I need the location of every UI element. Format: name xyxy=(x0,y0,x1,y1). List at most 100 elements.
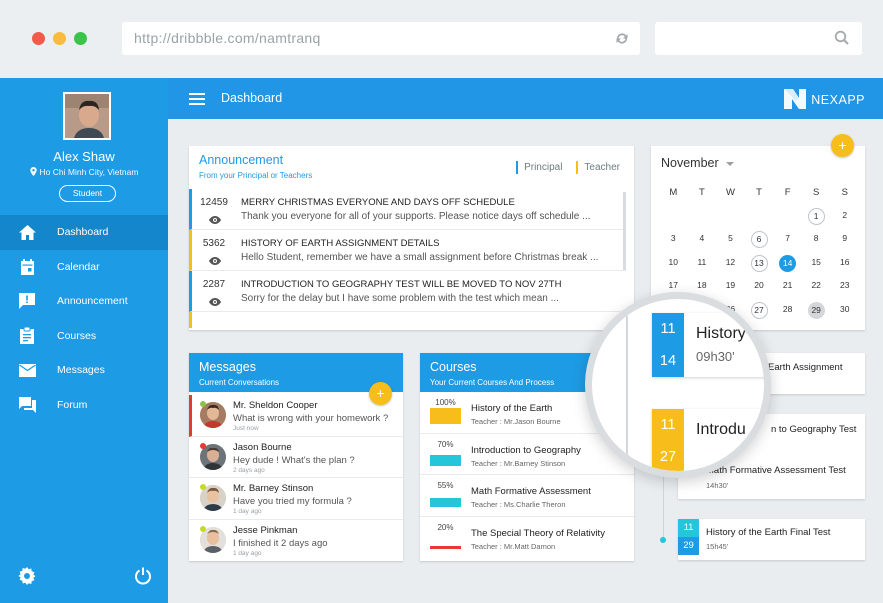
sidebar-item-label: Forum xyxy=(57,398,88,411)
sidebar-item-courses[interactable]: Courses xyxy=(0,319,168,354)
view-count: 5362 xyxy=(202,238,226,249)
nexapp-logo-icon xyxy=(784,87,807,112)
announcement-scrollbar[interactable] xyxy=(623,192,626,270)
event-card-zoomed[interactable]: 11 14 History 09h30' xyxy=(652,313,764,377)
add-event-button[interactable]: + xyxy=(831,134,854,157)
calendar-day[interactable]: 1 xyxy=(802,205,831,229)
maximize-window-button[interactable] xyxy=(74,32,87,45)
calendar-day[interactable]: 21 xyxy=(773,275,802,299)
legend-principal[interactable]: Principal xyxy=(516,161,562,174)
sidebar-item-messages[interactable]: Messages xyxy=(0,353,168,388)
calendar-day[interactable]: 23 xyxy=(830,275,859,299)
announcement-row[interactable]: 5362 HISTORY OF EARTH ASSIGNMENT DETAILS… xyxy=(189,230,626,271)
calendar-day[interactable]: 5 xyxy=(716,228,745,252)
event-month: 11 xyxy=(683,522,694,533)
course-name: Introduction to Geography xyxy=(471,444,581,456)
chevron-down-icon[interactable] xyxy=(726,162,734,166)
sidebar-item-calendar[interactable]: Calendar xyxy=(0,250,168,285)
calendar-day[interactable]: 16 xyxy=(830,252,859,276)
sidebar-item-dashboard[interactable]: Dashboard xyxy=(0,215,168,250)
event-title-fragment: Earth Assignment xyxy=(768,362,843,373)
address-bar[interactable]: http://dribbble.com/namtranq xyxy=(122,22,640,55)
message-row[interactable]: Mr. Barney Stinson Have you tried my for… xyxy=(189,478,403,520)
view-count: 2287 xyxy=(202,279,226,290)
user-avatar[interactable] xyxy=(63,92,111,140)
calendar-day[interactable]: 9 xyxy=(830,228,859,252)
announcement-title: Announcement xyxy=(199,153,284,167)
sidebar-item-forum[interactable]: Forum xyxy=(0,388,168,423)
course-progress-label: 55% xyxy=(437,481,454,490)
calendar-day[interactable]: 14 xyxy=(773,252,802,276)
announcement-row-partial[interactable] xyxy=(189,312,626,328)
calendar-icon xyxy=(18,258,36,276)
power-icon[interactable] xyxy=(134,567,152,590)
timeline-dot xyxy=(660,537,666,543)
calendar-empty-cell xyxy=(773,205,802,229)
magnifier-lens: 11 14 History 09h30' 11 27 Introdu xyxy=(585,292,771,478)
timeline-line xyxy=(663,470,664,540)
calendar-day[interactable]: 15 xyxy=(802,252,831,276)
legend-label: Principal xyxy=(524,162,563,173)
minimize-window-button[interactable] xyxy=(53,32,66,45)
sidebar-item-announcement[interactable]: Announcement xyxy=(0,284,168,319)
calendar-day[interactable]: 29 xyxy=(802,299,831,323)
calendar-month-select[interactable]: November xyxy=(661,156,719,170)
calendar-day[interactable]: 12 xyxy=(716,252,745,276)
user-location: Ho Chi Minh City, Vietnam xyxy=(0,167,168,177)
calendar-day[interactable]: 3 xyxy=(659,228,688,252)
calendar-day[interactable]: 6 xyxy=(745,228,774,252)
course-progress-label: 100% xyxy=(435,398,456,407)
message-preview: Hey dude ! What's the plan ? xyxy=(233,454,355,466)
calendar-day[interactable]: 28 xyxy=(773,299,802,323)
calendar-day[interactable]: 13 xyxy=(745,252,774,276)
reload-icon[interactable] xyxy=(614,22,630,67)
calendar-day[interactable]: 7 xyxy=(773,228,802,252)
gear-icon[interactable] xyxy=(18,567,36,590)
message-row[interactable]: Jason Bourne Hey dude ! What's the plan … xyxy=(189,437,403,478)
calendar-day[interactable]: 4 xyxy=(688,228,717,252)
course-teacher: Teacher : Mr.Matt Damon xyxy=(471,541,556,551)
calendar-week-row: 12 xyxy=(659,205,859,229)
calendar-day[interactable]: 11 xyxy=(688,252,717,276)
weekday-label: T xyxy=(698,187,705,199)
announcement-row[interactable]: 12459 MERRY CHRISTMAS EVERYONE AND DAYS … xyxy=(189,189,626,230)
brand-name: NEXAPP xyxy=(811,92,865,107)
url-text: http://dribbble.com/namtranq xyxy=(134,30,321,46)
message-time: 2 days ago xyxy=(233,466,265,474)
search-icon[interactable] xyxy=(834,30,850,51)
message-row[interactable]: Mr. Sheldon Cooper What is wrong with yo… xyxy=(189,395,403,437)
announcement-row[interactable]: 2287 INTRODUCTION TO GEOGRAPHY TEST WILL… xyxy=(189,271,626,312)
sidebar-item-label: Calendar xyxy=(57,260,100,273)
calendar-day[interactable]: 8 xyxy=(802,228,831,252)
calendar-day[interactable]: 19 xyxy=(716,275,745,299)
calendar-day[interactable]: 22 xyxy=(802,275,831,299)
status-dot xyxy=(200,484,206,490)
calendar-day[interactable]: 2 xyxy=(830,205,859,229)
sidebar-item-label: Announcement xyxy=(57,295,128,308)
event-card-zoomed[interactable]: 11 27 Introdu xyxy=(652,409,764,471)
brand[interactable]: NEXAPP xyxy=(784,87,865,112)
legend-swatch xyxy=(516,161,519,174)
sidebar-item-label: Messages xyxy=(57,364,105,377)
course-progress-bar xyxy=(430,498,461,507)
calendar-day[interactable]: 20 xyxy=(745,275,774,299)
course-row[interactable]: 55% Math Formative Assessment Teacher : … xyxy=(420,475,634,517)
event-title: Introdu xyxy=(696,421,746,438)
legend-teacher[interactable]: Teacher xyxy=(576,161,620,174)
close-window-button[interactable] xyxy=(32,32,45,45)
calendar-day[interactable]: 30 xyxy=(830,299,859,323)
menu-icon[interactable] xyxy=(189,92,205,110)
course-teacher: Teacher : Mr.Barney Stinson xyxy=(471,458,566,468)
event-month: 11 xyxy=(660,417,676,433)
announcement-list: 12459 MERRY CHRISTMAS EVERYONE AND DAYS … xyxy=(189,189,626,328)
message-row[interactable]: Jesse Pinkman I finished it 2 days ago 1… xyxy=(189,520,403,562)
course-name: Math Formative Assessment xyxy=(471,486,591,497)
calendar-empty-cell xyxy=(745,205,774,229)
event-date: 11 29 xyxy=(678,519,699,555)
calendar-day[interactable]: 10 xyxy=(659,252,688,276)
role-badge[interactable]: Student xyxy=(59,185,116,202)
browser-search-field[interactable] xyxy=(655,22,862,55)
event-card[interactable]: 11 29 History of the Earth Final Test 15… xyxy=(678,519,865,560)
timeline-line xyxy=(626,299,628,471)
course-row[interactable]: 20% The Special Theory of Relativity Tea… xyxy=(420,517,634,559)
